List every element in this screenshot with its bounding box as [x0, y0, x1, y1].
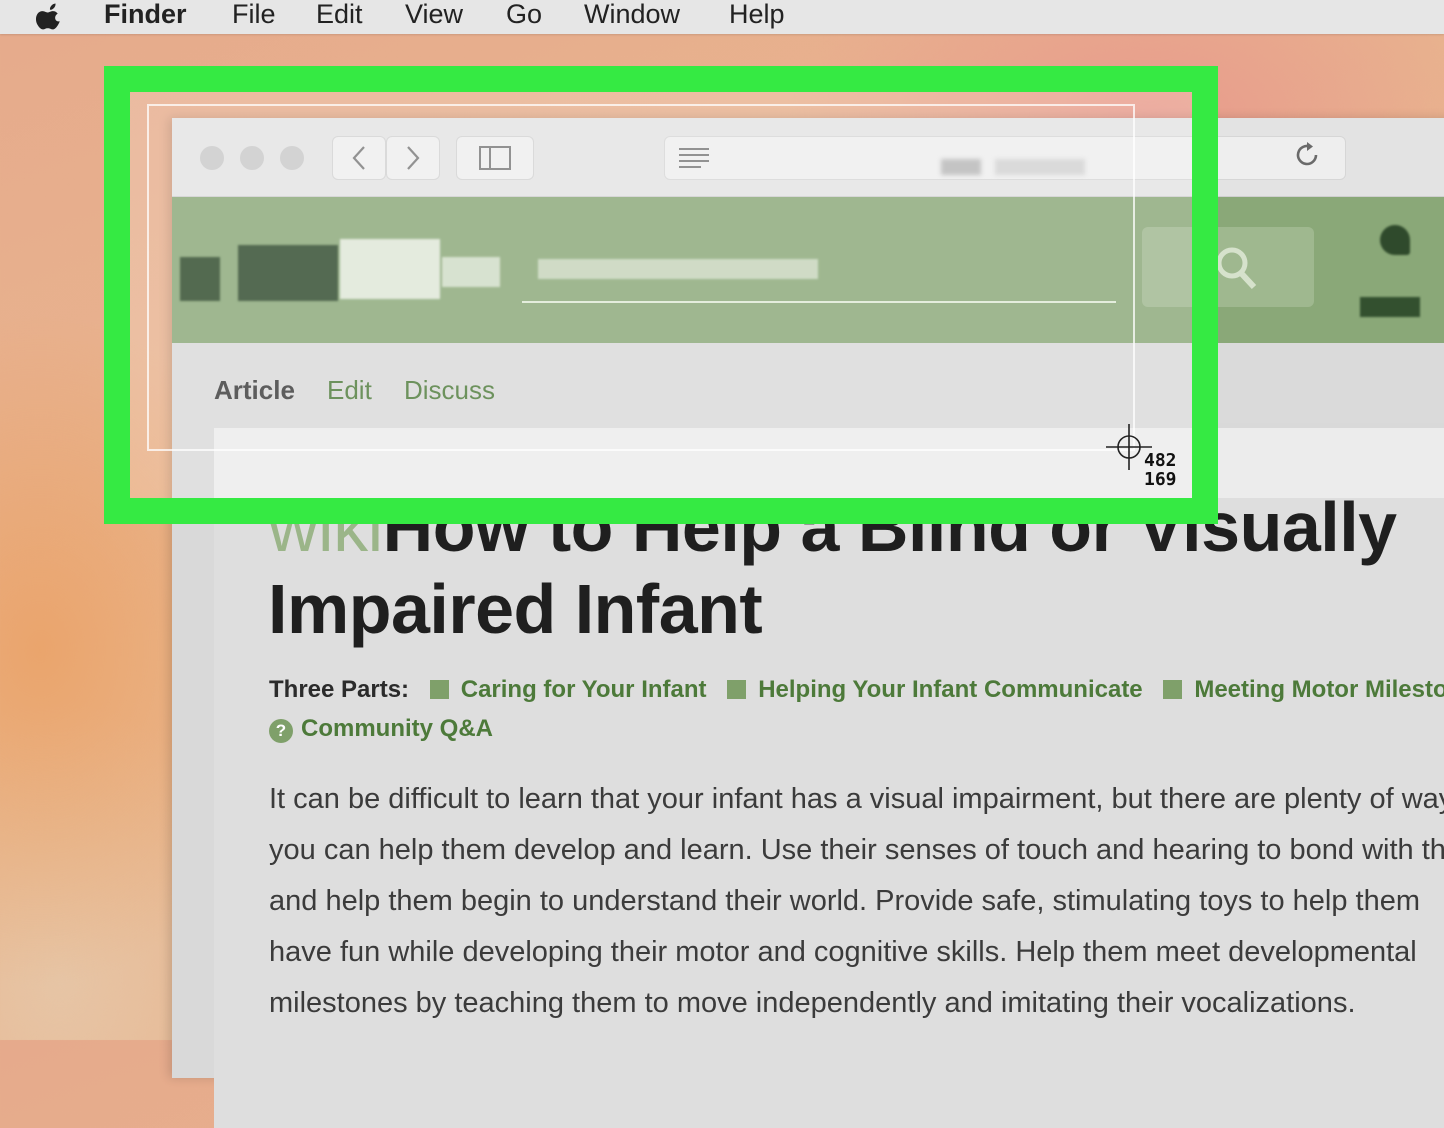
menu-go[interactable]: Go [506, 0, 542, 30]
question-icon: ? [269, 719, 293, 743]
menu-edit[interactable]: Edit [316, 0, 363, 30]
part-link-2[interactable]: Helping Your Infant Communicate [727, 676, 1143, 703]
coord-x: 482 [1144, 450, 1177, 471]
menu-view[interactable]: View [405, 0, 463, 30]
profile-label-redacted [1360, 297, 1420, 317]
search-icon [1216, 247, 1257, 290]
part-link-3[interactable]: Meeting Motor Milestones [1163, 676, 1444, 703]
intro-line: It can be difficult to learn that your i… [269, 783, 1444, 815]
menu-window[interactable]: Window [584, 0, 680, 30]
apple-icon[interactable] [36, 0, 64, 30]
intro-line: milestones by teaching them to move inde… [269, 987, 1356, 1019]
reload-icon[interactable] [1294, 140, 1322, 170]
article-intro: It can be difficult to learn that your i… [269, 774, 1444, 1029]
intro-line: have fun while developing their motor an… [269, 936, 1417, 968]
coord-y: 169 [1144, 469, 1177, 490]
parts-label: Three Parts: [269, 676, 410, 703]
green-highlight-box [104, 66, 1218, 524]
part-square-icon [1163, 680, 1183, 699]
part-square-icon [727, 680, 747, 699]
menu-file[interactable]: File [232, 0, 276, 30]
menu-finder[interactable]: Finder [104, 0, 187, 30]
selection-coordinates: 482 169 [1144, 451, 1177, 489]
community-qa-link[interactable]: ? Community Q&A [269, 715, 493, 743]
menu-bar: Finder File Edit View Go Window Help [0, 0, 1444, 34]
menu-help[interactable]: Help [729, 0, 785, 30]
part-square-icon [429, 680, 449, 699]
intro-line: you can help them develop and learn. Use… [269, 834, 1444, 866]
part-link-1[interactable]: Caring for Your Infant [429, 676, 707, 703]
intro-line: and help them begin to understand their … [269, 885, 1420, 917]
profile-icon[interactable] [1380, 225, 1410, 255]
parts-nav: Three Parts: Caring for Your Infant Help… [269, 670, 1444, 748]
